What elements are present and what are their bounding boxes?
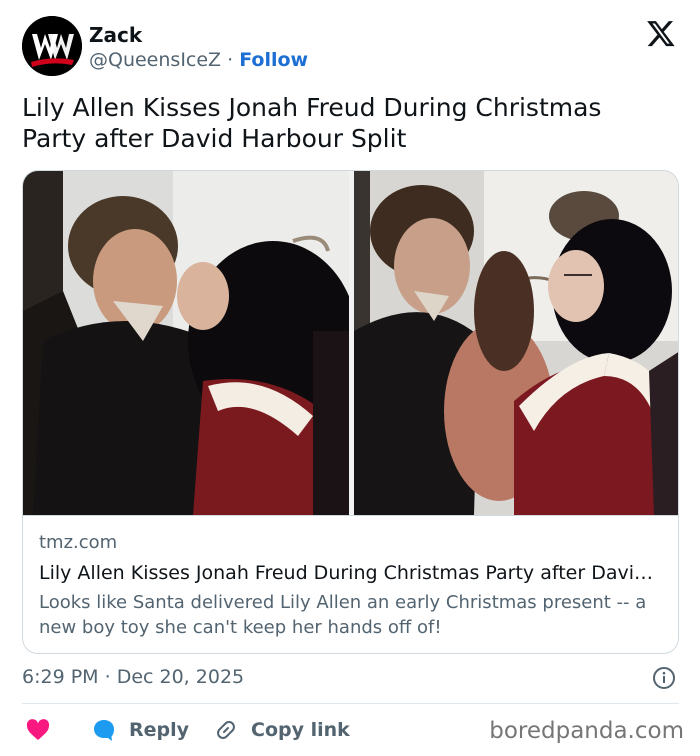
- tweet-text: Lily Allen Kisses Jonah Freud During Chr…: [22, 93, 602, 153]
- time-separator: ·: [104, 666, 111, 688]
- card-photos[interactable]: [23, 171, 678, 515]
- author-handle-line: @QueensIceZ · Follow: [89, 49, 308, 71]
- tweet-header: Zack @QueensIceZ · Follow: [22, 16, 682, 80]
- wwe-logo-icon: [22, 16, 82, 76]
- post-date: Dec 20, 2025: [116, 666, 245, 688]
- reply-button[interactable]: Reply: [92, 714, 189, 746]
- watermark: boredpanda.com: [489, 718, 684, 744]
- copy-link-label: Copy link: [251, 719, 350, 741]
- follow-button[interactable]: Follow: [239, 49, 308, 71]
- timestamp[interactable]: 6:29 PM · Dec 20, 2025: [22, 666, 244, 688]
- heart-icon: [26, 719, 50, 740]
- card-title: Lily Allen Kisses Jonah Freud During Chr…: [39, 562, 654, 584]
- like-button[interactable]: [26, 714, 50, 746]
- link-icon: [217, 721, 235, 739]
- link-card[interactable]: tmz.com Lily Allen Kisses Jonah Freud Du…: [22, 170, 679, 654]
- card-info[interactable]: tmz.com Lily Allen Kisses Jonah Freud Du…: [23, 515, 678, 653]
- divider: [22, 703, 679, 704]
- copy-link-button[interactable]: Copy link: [214, 714, 350, 746]
- author-handle[interactable]: @QueensIceZ: [89, 49, 221, 71]
- photo-smile[interactable]: [354, 171, 678, 515]
- info-icon[interactable]: [652, 666, 676, 690]
- x-icon[interactable]: [646, 18, 676, 48]
- card-description: Looks like Santa delivered Lily Allen an…: [39, 592, 647, 638]
- action-bar: Reply Copy link: [22, 714, 502, 746]
- card-domain: tmz.com: [39, 532, 118, 553]
- photo-kiss[interactable]: [23, 171, 349, 515]
- avatar[interactable]: [22, 16, 82, 76]
- speech-bubble-icon: [94, 720, 114, 741]
- handle-separator: ·: [227, 49, 234, 71]
- reply-label: Reply: [129, 719, 190, 741]
- author-name[interactable]: Zack: [89, 23, 142, 47]
- post-time: 6:29 PM: [22, 666, 99, 688]
